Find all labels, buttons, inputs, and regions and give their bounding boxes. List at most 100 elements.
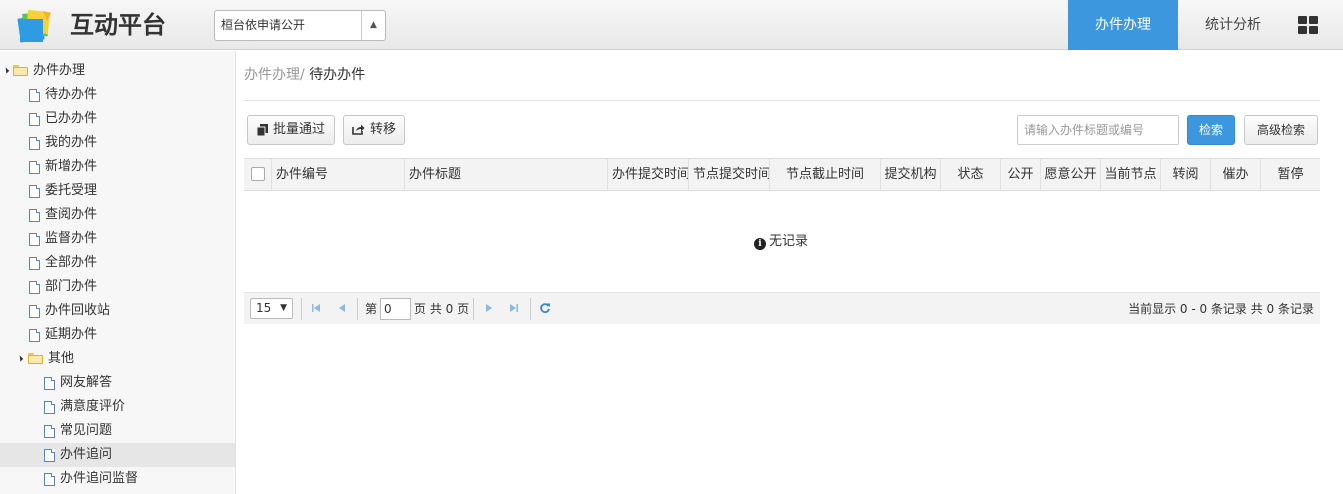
sidebar-item-label: 全部办件 bbox=[45, 255, 98, 270]
batch-pass-button[interactable]: 批量通过 bbox=[247, 115, 335, 145]
page-number-input[interactable]: 0 bbox=[380, 298, 411, 320]
batch-pass-label: 批量通过 bbox=[272, 122, 325, 137]
sidebar-item[interactable]: 满意度评价 bbox=[0, 395, 235, 419]
col-urge[interactable]: 催办 bbox=[1211, 159, 1261, 190]
sidebar-item[interactable]: 我的办件 bbox=[0, 131, 235, 155]
sidebar-item-label: 委托受理 bbox=[45, 183, 98, 198]
sidebar-item-label: 已办办件 bbox=[45, 111, 98, 126]
col-status[interactable]: 状态 bbox=[941, 159, 1001, 190]
document-icon bbox=[29, 281, 40, 294]
sidebar-item-label: 办件回收站 bbox=[45, 303, 111, 318]
sidebar-item[interactable]: 委托受理 bbox=[0, 179, 235, 203]
transfer-button[interactable]: 转移 bbox=[343, 115, 405, 145]
advanced-search-button[interactable]: 高级检索 bbox=[1244, 115, 1318, 145]
sidebar-item[interactable]: 已办办件 bbox=[0, 107, 235, 131]
site-select[interactable]: 桓台依申请公开 ▲ bbox=[214, 10, 386, 41]
pagination-bar: 15 ▼ 第 0 页 共 0 页 当前显示 0 - 0 条记录 共 0 条记录 bbox=[244, 292, 1320, 324]
col-public[interactable]: 公开 bbox=[1001, 159, 1041, 190]
col-submit-time[interactable]: 办件提交时间 bbox=[608, 159, 689, 190]
table-header: 办件编号 办件标题 办件提交时间 节点提交时间 节点截止时间 提交机构 状态 公… bbox=[244, 158, 1320, 191]
document-icon bbox=[44, 401, 55, 414]
breadcrumb: 办件办理/ 待办办件 bbox=[244, 64, 365, 86]
sidebar-tree: 办件办理 待办办件已办办件我的办件新增办件委托受理查阅办件监督办件全部办件部门办… bbox=[0, 51, 236, 494]
sidebar-item-label: 延期办件 bbox=[45, 327, 98, 342]
sidebar-item-label: 办件追问 bbox=[60, 447, 113, 462]
search-input[interactable] bbox=[1017, 115, 1179, 145]
empty-message: i 无记录 bbox=[754, 232, 808, 252]
sidebar-item-label: 我的办件 bbox=[45, 135, 98, 150]
sidebar-item-label: 待办办件 bbox=[45, 87, 98, 102]
sidebar-item[interactable]: 办件回收站 bbox=[0, 299, 235, 323]
sidebar-item[interactable]: 查阅办件 bbox=[0, 203, 235, 227]
page-prefix: 第 bbox=[365, 302, 378, 316]
sidebar-item-label: 新增办件 bbox=[45, 159, 98, 174]
tree-node-case-handling[interactable]: 办件办理 bbox=[0, 59, 235, 83]
apps-grid-icon[interactable] bbox=[1298, 16, 1318, 34]
search-button[interactable]: 检索 bbox=[1187, 115, 1235, 145]
col-current-node[interactable]: 当前节点 bbox=[1101, 159, 1161, 190]
nav-tab-statistics[interactable]: 统计分析 bbox=[1180, 0, 1286, 50]
refresh-icon[interactable] bbox=[538, 301, 552, 315]
page-size-value: 15 bbox=[256, 301, 272, 315]
sidebar-item-label: 满意度评价 bbox=[60, 399, 126, 414]
updown-arrow-icon: ▲ bbox=[361, 11, 385, 40]
sidebar-item-label: 常见问题 bbox=[60, 423, 113, 438]
select-all-checkbox[interactable] bbox=[251, 167, 265, 181]
nav-tab-case-handling[interactable]: 办件办理 bbox=[1068, 0, 1178, 50]
document-icon bbox=[44, 449, 55, 462]
info-icon: i bbox=[754, 238, 766, 250]
prev-page-icon[interactable] bbox=[335, 301, 349, 315]
document-icon bbox=[44, 425, 55, 438]
col-willing-public[interactable]: 愿意公开 bbox=[1041, 159, 1101, 190]
last-page-icon[interactable] bbox=[507, 301, 521, 315]
sidebar-item-label: 监督办件 bbox=[45, 231, 98, 246]
sidebar-item[interactable]: 新增办件 bbox=[0, 155, 235, 179]
document-icon bbox=[29, 185, 40, 198]
sidebar-item-label: 查阅办件 bbox=[45, 207, 98, 222]
app-title: 互动平台 bbox=[70, 11, 166, 39]
folder-open-icon bbox=[28, 353, 43, 364]
sidebar-item[interactable]: 全部办件 bbox=[0, 251, 235, 275]
page-size-select[interactable]: 15 ▼ bbox=[250, 298, 293, 319]
sidebar-item[interactable]: 常见问题 bbox=[0, 419, 235, 443]
col-case-title[interactable]: 办件标题 bbox=[405, 159, 608, 190]
document-icon bbox=[29, 329, 40, 342]
breadcrumb-current: 待办办件 bbox=[309, 67, 366, 83]
sidebar-item-label: 网友解答 bbox=[60, 375, 113, 390]
pager-info: 当前显示 0 - 0 条记录 共 0 条记录 bbox=[1128, 302, 1314, 316]
document-icon bbox=[29, 113, 40, 126]
sidebar-item[interactable]: 办件追问监督 bbox=[0, 467, 235, 491]
top-header: 互动平台 桓台依申请公开 ▲ 办件办理 统计分析 bbox=[0, 0, 1343, 50]
select-all-cell bbox=[244, 159, 272, 190]
site-select-value: 桓台依申请公开 bbox=[221, 18, 306, 32]
transfer-label: 转移 bbox=[369, 122, 396, 137]
sidebar-item[interactable]: 延期办件 bbox=[0, 323, 235, 347]
breadcrumb-parent[interactable]: 办件办理/ bbox=[244, 67, 305, 83]
divider bbox=[244, 100, 1320, 101]
col-pause[interactable]: 暂停 bbox=[1261, 159, 1320, 190]
notes-logo-icon bbox=[17, 9, 51, 43]
expanded-triangle-icon[interactable] bbox=[2, 67, 10, 74]
tree-node-other[interactable]: 其他 bbox=[0, 347, 235, 371]
col-node-deadline[interactable]: 节点截止时间 bbox=[770, 159, 881, 190]
col-node-submit-time[interactable]: 节点提交时间 bbox=[689, 159, 770, 190]
caret-down-icon: ▼ bbox=[280, 303, 287, 313]
sidebar-item[interactable]: 待办办件 bbox=[0, 83, 235, 107]
col-case-number[interactable]: 办件编号 bbox=[272, 159, 405, 190]
sidebar-item[interactable]: 办件追问 bbox=[0, 443, 235, 467]
col-forward[interactable]: 转阅 bbox=[1161, 159, 1211, 190]
sidebar-item[interactable]: 部门办件 bbox=[0, 275, 235, 299]
document-icon bbox=[29, 137, 40, 150]
expanded-triangle-icon[interactable] bbox=[16, 355, 24, 362]
first-page-icon[interactable] bbox=[309, 301, 323, 315]
tree-node-label: 办件办理 bbox=[33, 63, 86, 78]
document-icon bbox=[44, 473, 55, 486]
sidebar-item[interactable]: 监督办件 bbox=[0, 227, 235, 251]
share-icon bbox=[352, 124, 365, 135]
next-page-icon[interactable] bbox=[482, 301, 496, 315]
col-submit-org[interactable]: 提交机构 bbox=[881, 159, 941, 190]
empty-text: 无记录 bbox=[769, 234, 809, 249]
copy-icon bbox=[256, 123, 268, 136]
sidebar-item[interactable]: 网友解答 bbox=[0, 371, 235, 395]
document-icon bbox=[29, 161, 40, 174]
